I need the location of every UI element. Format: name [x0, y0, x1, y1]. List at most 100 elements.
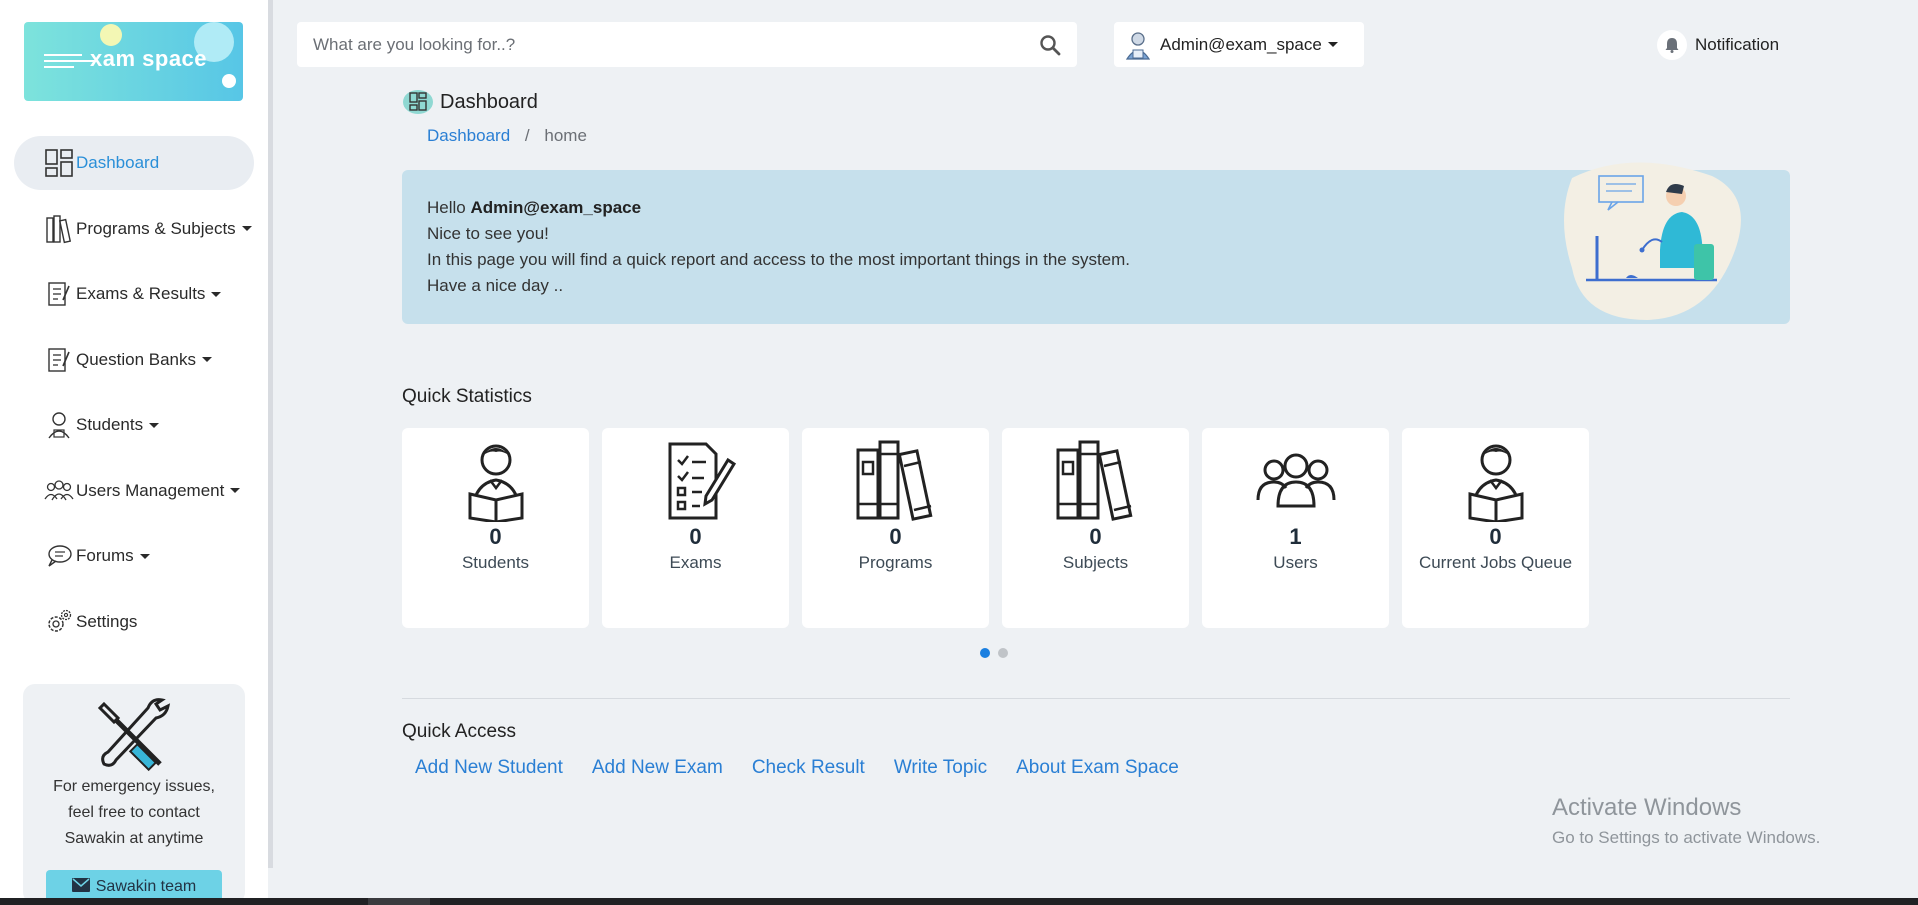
- stat-card-subjects[interactable]: 0 Subjects: [1002, 428, 1189, 628]
- sidebar-item-question-banks[interactable]: Question Banks: [14, 333, 254, 387]
- windows-activation-watermark: Activate Windows Go to Settings to activ…: [1552, 794, 1820, 848]
- carousel-pagination: [980, 648, 1008, 658]
- stat-card-exams[interactable]: 0 Exams: [602, 428, 789, 628]
- add-new-student-link[interactable]: Add New Student: [415, 757, 563, 779]
- quick-access-title: Quick Access: [402, 721, 517, 742]
- help-text: For emergency issues, feel free to conta…: [23, 774, 245, 852]
- books-icon: [856, 440, 932, 521]
- search-bar: [297, 22, 1077, 67]
- sidebar-item-label: Settings: [76, 611, 138, 631]
- help-text-line: For emergency issues,: [53, 778, 215, 795]
- help-box: For emergency issues, feel free to conta…: [23, 684, 245, 904]
- logo-lines: [44, 54, 94, 72]
- stat-value: 1: [1289, 524, 1302, 549]
- sidebar-item-programs-subjects[interactable]: Programs & Subjects: [14, 202, 254, 256]
- search-input[interactable]: [297, 34, 997, 55]
- logo-bubble: [100, 24, 122, 46]
- sidebar-item-label: Question Banks: [76, 349, 197, 369]
- sidebar-item-label: Students: [76, 415, 144, 434]
- sidebar-item-label: Dashboard: [76, 153, 160, 172]
- chevron-down-icon: [211, 291, 222, 297]
- welcome-banner: Hello Admin@exam_space Nice to see you! …: [402, 162, 1790, 324]
- chevron-down-icon: [139, 553, 150, 559]
- bell-icon: [1657, 30, 1687, 60]
- about-exam-space-link[interactable]: About Exam Space: [1016, 757, 1179, 779]
- stat-label: Students: [461, 553, 530, 572]
- tools-icon: [94, 696, 174, 772]
- carousel-dot[interactable]: [998, 648, 1008, 658]
- books-icon: [1056, 440, 1132, 521]
- stat-card-students[interactable]: 0 Students: [402, 428, 589, 628]
- watermark-title: Activate Windows: [1552, 794, 1742, 821]
- quick-statistics: 0 Students 0 Exams 0 Programs 0 Subjects…: [402, 428, 1589, 628]
- gear-icon: [44, 607, 74, 637]
- sidebar-item-students[interactable]: Students: [14, 398, 254, 452]
- person-at-desk-illustration: [1542, 158, 1752, 326]
- student-reading-icon: [1468, 444, 1523, 522]
- user-dropdown[interactable]: Admin@exam_space: [1114, 22, 1364, 67]
- users-group-icon: [1256, 453, 1335, 508]
- sidebar-item-label: Programs & Subjects: [76, 218, 236, 238]
- divider: [402, 698, 1790, 699]
- stat-label: Programs: [858, 553, 933, 572]
- stat-card-users[interactable]: 1 Users: [1202, 428, 1389, 628]
- sidebar-item-settings[interactable]: Settings: [14, 595, 254, 649]
- stat-value: 0: [1489, 524, 1502, 549]
- carousel-dot-active[interactable]: [980, 648, 990, 658]
- quick-access-links: Add New Student Add New Exam Check Resul…: [415, 757, 1179, 779]
- stat-label: Users: [1273, 553, 1318, 572]
- users-icon: [44, 476, 74, 506]
- taskbar-item[interactable]: [368, 898, 430, 905]
- check-result-link[interactable]: Check Result: [752, 757, 865, 779]
- forum-icon: [44, 541, 74, 571]
- stat-value: 0: [689, 524, 702, 549]
- question-bank-icon: [44, 345, 74, 375]
- welcome-hello: Hello: [427, 198, 466, 217]
- sidebar-item-exams-results[interactable]: Exams & Results: [14, 267, 254, 321]
- notification-button[interactable]: Notification: [1657, 28, 1779, 62]
- help-text-line: feel free to contact: [68, 804, 200, 821]
- stat-card-programs[interactable]: 0 Programs: [802, 428, 989, 628]
- sidebar-item-dashboard[interactable]: Dashboard: [14, 136, 254, 190]
- stat-label: Subjects: [1062, 553, 1129, 572]
- welcome-greeting: Hello Admin@exam_space: [427, 195, 1130, 221]
- page-title: Dashboard: [440, 90, 538, 113]
- chevron-down-icon: [241, 226, 252, 231]
- student-reading-icon: [468, 444, 523, 522]
- notification-label: Notification: [1695, 35, 1780, 54]
- logo-text: xam space: [90, 46, 208, 71]
- breadcrumb-separator: /: [524, 126, 530, 145]
- dashboard-icon: [44, 148, 74, 178]
- breadcrumb: Dashboard / home: [427, 126, 587, 146]
- welcome-text: Hello Admin@exam_space Nice to see you! …: [427, 195, 1130, 299]
- sidebar-scrollbar[interactable]: [268, 0, 273, 868]
- sidebar-item-users-management[interactable]: Users Management: [14, 464, 254, 518]
- search-icon[interactable]: [1039, 34, 1061, 56]
- welcome-line: In this page you will find a quick repor…: [427, 250, 1131, 269]
- stat-card-current-jobs-queue[interactable]: 0 Current Jobs Queue: [1402, 428, 1589, 628]
- exam-checklist-icon: [668, 442, 736, 520]
- envelope-icon: [71, 877, 90, 897]
- chevron-down-icon: [1327, 42, 1338, 47]
- chevron-down-icon: [202, 357, 213, 362]
- sidebar-item-label: Exams & Results: [76, 284, 206, 303]
- chevron-down-icon: [230, 488, 241, 493]
- chevron-down-icon: [149, 422, 160, 428]
- stat-label: Exams: [669, 553, 722, 572]
- add-new-exam-link[interactable]: Add New Exam: [592, 757, 723, 779]
- page-header: Dashboard: [402, 88, 538, 116]
- quick-statistics-title: Quick Statistics: [402, 386, 532, 407]
- watermark-subtitle: Go to Settings to activate Windows.: [1552, 828, 1821, 847]
- dashboard-icon: [402, 88, 434, 116]
- stat-value: 0: [489, 524, 502, 549]
- exam-icon: [44, 279, 74, 309]
- logo[interactable]: xam space: [24, 22, 243, 101]
- sidebar-item-forums[interactable]: Forums: [14, 529, 254, 583]
- user-name: Admin@exam_space: [1160, 34, 1322, 54]
- help-text-line: Sawakin at anytime: [64, 830, 204, 847]
- write-topic-link[interactable]: Write Topic: [894, 757, 987, 779]
- taskbar: [0, 898, 1918, 905]
- breadcrumb-link-dashboard[interactable]: Dashboard: [427, 126, 510, 145]
- stat-value: 0: [1089, 524, 1102, 549]
- sidebar: xam space Dashboard Programs & Subjects …: [0, 0, 268, 905]
